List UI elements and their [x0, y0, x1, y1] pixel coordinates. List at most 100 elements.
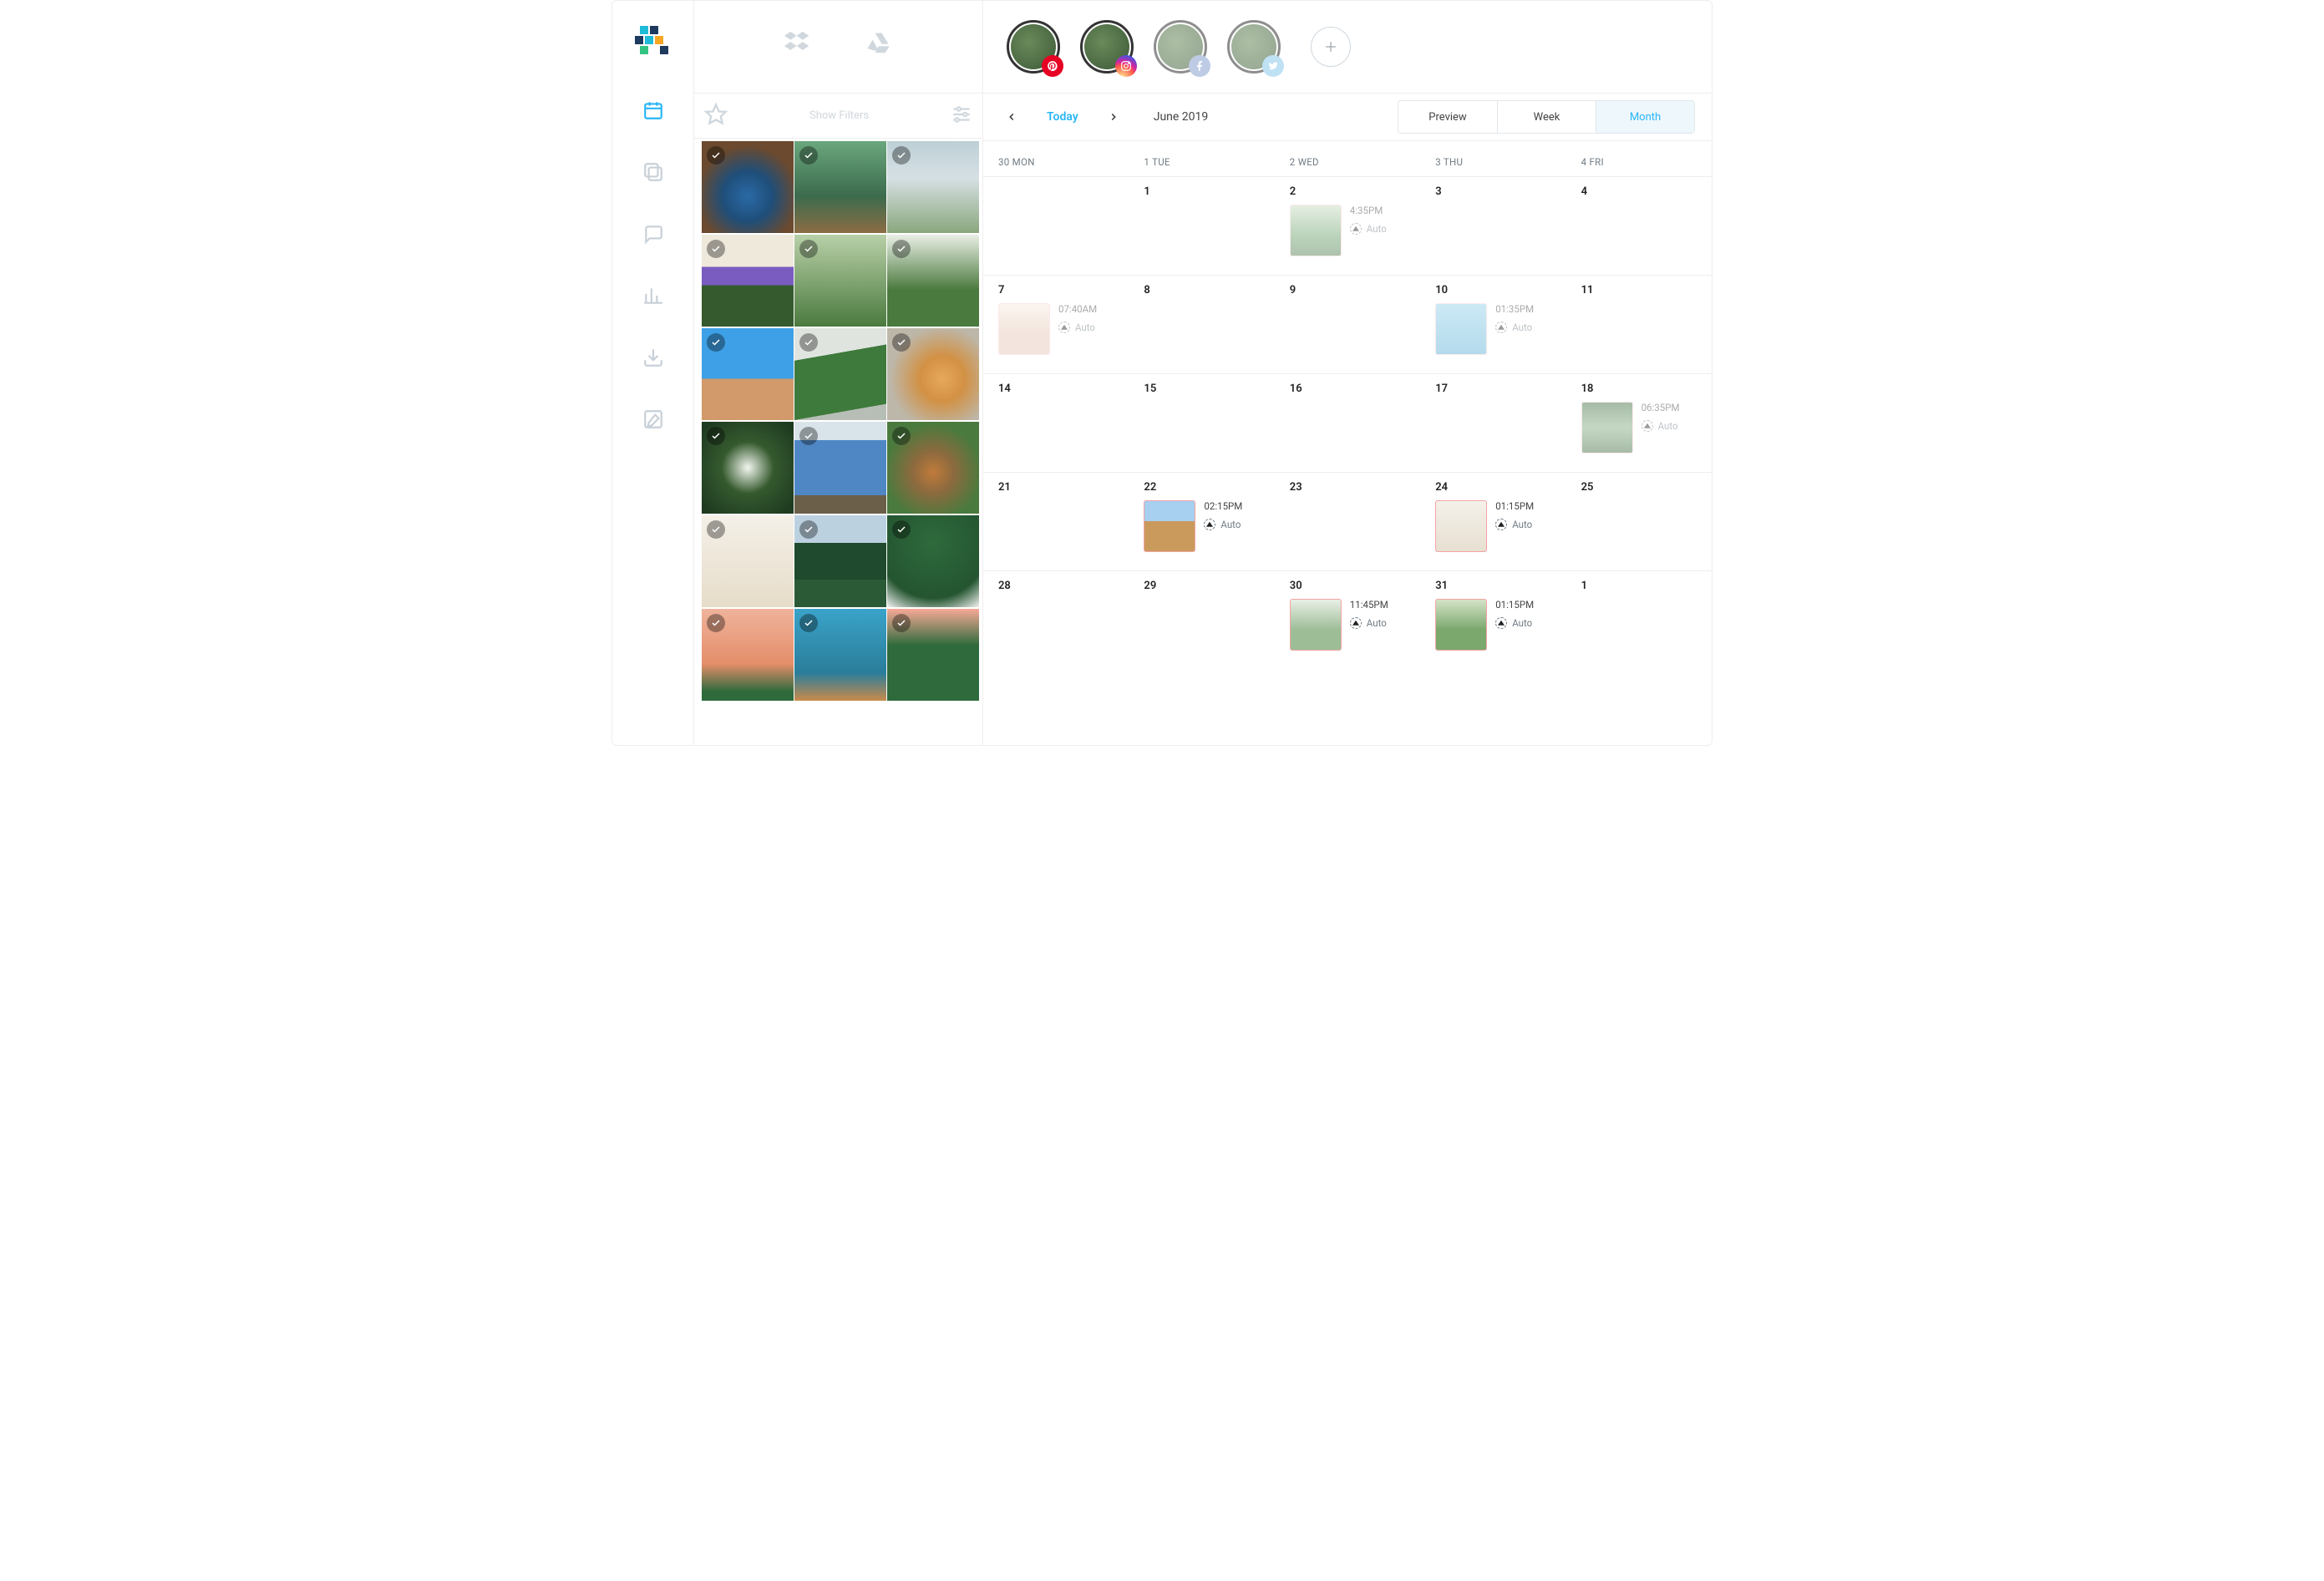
day-number: 18	[1581, 383, 1703, 395]
media-item[interactable]	[702, 328, 794, 420]
auto-icon	[1495, 617, 1507, 629]
auto-label: Auto	[1512, 322, 1532, 333]
calendar-cell[interactable]: 14	[983, 374, 1129, 472]
nav-linkinbio[interactable]	[641, 407, 666, 432]
media-item[interactable]	[794, 422, 886, 514]
media-item[interactable]	[794, 515, 886, 607]
weekday-label: 30 MON	[983, 156, 1129, 168]
tab-preview[interactable]: Preview	[1398, 101, 1497, 133]
media-item[interactable]	[794, 609, 886, 701]
nav-calendar[interactable]	[641, 98, 666, 123]
media-item[interactable]	[794, 328, 886, 420]
date-bar: Today June 2019 Preview Week Month	[983, 93, 1712, 141]
scheduled-post[interactable]: 4:35PMAuto	[1290, 205, 1412, 256]
post-time: 11:45PM	[1350, 599, 1388, 611]
calendar-cell[interactable]: 8	[1129, 276, 1274, 373]
profile-instagram[interactable]	[1080, 20, 1134, 73]
sliders-icon[interactable]	[951, 104, 972, 129]
scheduled-post[interactable]: 06:35PMAuto	[1581, 402, 1703, 454]
media-item[interactable]	[702, 609, 794, 701]
tab-month[interactable]: Month	[1596, 101, 1694, 133]
media-item[interactable]	[887, 515, 979, 607]
calendar-cell[interactable]: 24:35PMAuto	[1275, 177, 1420, 275]
today-button[interactable]: Today	[1047, 110, 1078, 124]
media-item[interactable]	[887, 235, 979, 327]
profile-switcher	[983, 1, 1712, 93]
check-icon	[892, 427, 911, 445]
media-item[interactable]	[794, 235, 886, 327]
nav-media[interactable]	[641, 160, 666, 185]
calendar-cell[interactable]: 3011:45PMAuto	[1275, 571, 1420, 656]
calendar-cell[interactable]: 1	[1566, 571, 1712, 656]
check-icon	[799, 427, 818, 445]
day-number: 14	[998, 383, 1120, 395]
calendar-cell[interactable]: 3	[1420, 177, 1565, 275]
day-number: 23	[1290, 481, 1412, 494]
media-item[interactable]	[702, 422, 794, 514]
tab-week[interactable]: Week	[1497, 101, 1596, 133]
dropbox-icon[interactable]	[780, 28, 815, 66]
calendar-cell[interactable]: 4	[1566, 177, 1712, 275]
library-filter-bar: Show Filters	[694, 93, 982, 139]
calendar-cell[interactable]: 2202:15PMAuto	[1129, 473, 1274, 570]
calendar-cell[interactable]: 28	[983, 571, 1129, 656]
calendar-cell[interactable]: 3101:15PMAuto	[1420, 571, 1565, 656]
day-number: 21	[998, 481, 1120, 494]
scheduled-post[interactable]: 02:15PMAuto	[1144, 500, 1266, 552]
calendar-cell[interactable]: 17	[1420, 374, 1565, 472]
scheduled-post[interactable]: 01:15PMAuto	[1435, 500, 1557, 552]
media-item[interactable]	[887, 328, 979, 420]
date-nav: Today	[1003, 109, 1122, 125]
media-item[interactable]	[887, 422, 979, 514]
calendar-cell[interactable]: 18 06:35PMAuto	[1566, 374, 1712, 472]
add-profile-button[interactable]	[1311, 27, 1351, 67]
google-drive-icon[interactable]	[862, 28, 897, 66]
profile-pinterest[interactable]	[1007, 20, 1060, 73]
check-icon	[799, 333, 818, 352]
calendar-cell[interactable]: 707:40AMAuto	[983, 276, 1129, 373]
profile-facebook[interactable]	[1154, 20, 1207, 73]
nav-conversations[interactable]	[641, 221, 666, 246]
star-icon[interactable]	[704, 103, 728, 129]
check-icon	[799, 614, 818, 632]
media-item[interactable]	[887, 141, 979, 233]
calendar-cell[interactable]: 15	[1129, 374, 1274, 472]
calendar-cell[interactable]: 16	[1275, 374, 1420, 472]
post-thumbnail	[1290, 205, 1342, 256]
scheduled-post[interactable]: 07:40AMAuto	[998, 303, 1120, 355]
auto-label: Auto	[1367, 617, 1387, 629]
scheduled-post[interactable]: 11:45PM Auto	[1290, 599, 1412, 651]
check-icon	[799, 520, 818, 539]
calendar-cell[interactable]: 23	[1275, 473, 1420, 570]
media-item[interactable]	[887, 609, 979, 701]
calendar-body: 124:35PMAuto34707:40AMAuto891001:35PMAut…	[983, 176, 1712, 656]
calendar-cell[interactable]	[983, 177, 1129, 275]
auto-icon	[1350, 223, 1362, 235]
auto-icon	[1350, 617, 1362, 629]
next-month-button[interactable]	[1105, 109, 1122, 125]
post-auto-badge: Auto	[1350, 617, 1388, 629]
media-item[interactable]	[702, 141, 794, 233]
scheduled-post[interactable]: 01:35PMAuto	[1435, 303, 1557, 355]
media-item[interactable]	[702, 235, 794, 327]
profile-twitter[interactable]	[1227, 20, 1281, 73]
calendar-cell[interactable]: 10 01:35PMAuto	[1420, 276, 1565, 373]
calendar-cell[interactable]: 29	[1129, 571, 1274, 656]
day-number: 10	[1435, 284, 1557, 296]
nav-collect[interactable]	[641, 345, 666, 370]
calendar-cell[interactable]: 11	[1566, 276, 1712, 373]
media-item[interactable]	[702, 515, 794, 607]
prev-month-button[interactable]	[1003, 109, 1020, 125]
day-number: 8	[1144, 284, 1266, 296]
calendar-cell[interactable]: 21	[983, 473, 1129, 570]
show-filters-label[interactable]: Show Filters	[734, 109, 944, 122]
auto-icon	[1495, 322, 1507, 333]
calendar-cell[interactable]: 25	[1566, 473, 1712, 570]
auto-label: Auto	[1658, 420, 1678, 432]
media-item[interactable]	[794, 141, 886, 233]
calendar-cell[interactable]: 2401:15PMAuto	[1420, 473, 1565, 570]
calendar-cell[interactable]: 9	[1275, 276, 1420, 373]
nav-analytics[interactable]	[641, 283, 666, 308]
scheduled-post[interactable]: 01:15PMAuto	[1435, 599, 1557, 651]
calendar-cell[interactable]: 1	[1129, 177, 1274, 275]
